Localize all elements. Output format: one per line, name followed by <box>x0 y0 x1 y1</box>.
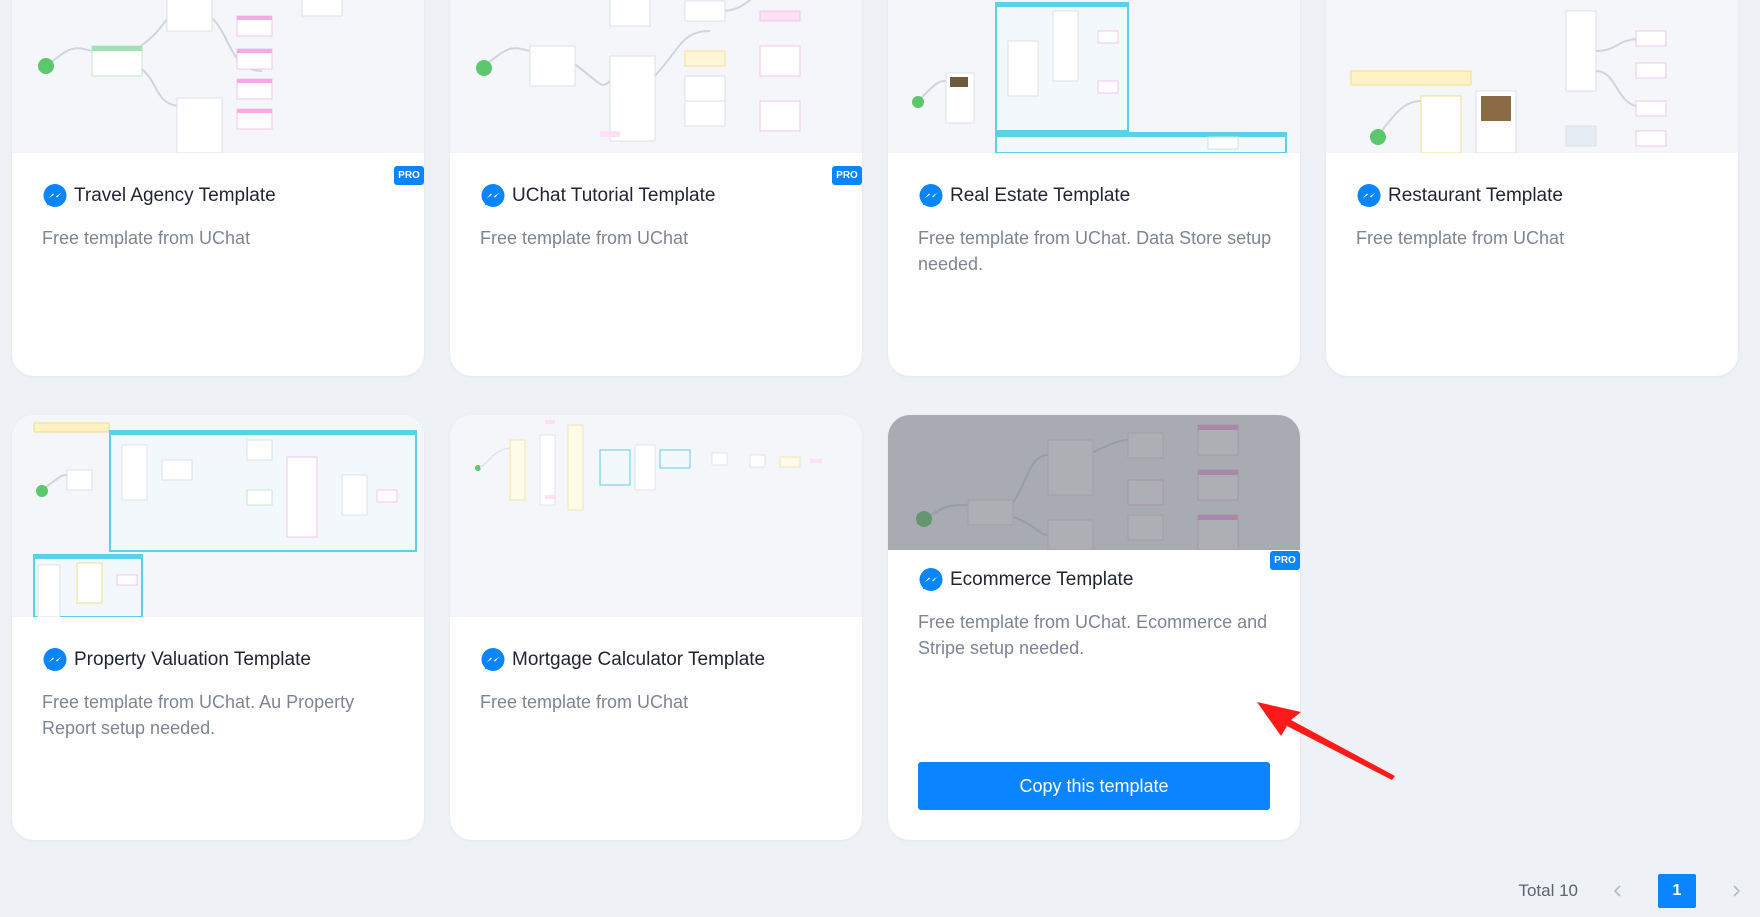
template-description: Free template from UChat <box>1356 228 1565 248</box>
page-number-current[interactable]: 1 <box>1658 874 1696 908</box>
prev-page-button[interactable] <box>1608 874 1628 908</box>
messenger-icon <box>481 648 505 671</box>
template-flow-preview <box>450 415 862 617</box>
pro-badge: PRO <box>394 166 424 185</box>
template-card-property-valuation[interactable]: Property Valuation Template Free templat… <box>12 415 424 840</box>
template-flow-preview <box>888 0 1300 153</box>
template-flow-preview <box>12 0 424 153</box>
template-description: Free template from UChat <box>480 692 689 712</box>
annotation-arrow-icon <box>1257 702 1395 780</box>
template-description: Free template from UChat. Au Property Re… <box>42 692 355 738</box>
messenger-icon <box>43 648 67 671</box>
template-description: Free template from UChat. Data Store set… <box>918 228 1272 274</box>
template-title: Travel Agency Template <box>74 185 276 206</box>
template-title: Restaurant Template <box>1388 185 1563 206</box>
next-page-button[interactable] <box>1726 874 1746 908</box>
template-description: Free template from UChat <box>42 228 251 248</box>
template-title: Mortgage Calculator Template <box>512 649 766 670</box>
template-card-real-estate[interactable]: Real Estate Template Free template from … <box>888 0 1300 376</box>
messenger-icon <box>919 568 943 591</box>
chevron-right-icon <box>1733 885 1741 897</box>
template-card-mortgage-calculator[interactable]: Mortgage Calculator Template Free templa… <box>450 415 862 840</box>
template-flow-preview <box>1326 0 1738 153</box>
total-count: Total 10 <box>1518 881 1578 900</box>
pro-badge: PRO <box>1270 551 1300 570</box>
template-card-ecommerce[interactable]: PRO Ecommerce Template Free template fro… <box>888 415 1300 840</box>
messenger-icon <box>1357 184 1381 207</box>
template-flow-preview <box>888 415 1300 550</box>
messenger-icon <box>43 184 67 207</box>
messenger-icon <box>919 184 943 207</box>
pagination: Total 10 1 <box>1518 874 1760 908</box>
copy-template-button[interactable]: Copy this template <box>918 762 1270 810</box>
template-title: Ecommerce Template <box>950 569 1134 590</box>
template-flow-preview <box>450 0 862 153</box>
template-title: UChat Tutorial Template <box>512 185 716 206</box>
template-card-restaurant[interactable]: Restaurant Template Free template from U… <box>1326 0 1738 376</box>
chevron-left-icon <box>1613 885 1621 897</box>
messenger-icon <box>481 184 505 207</box>
template-flow-preview <box>12 415 424 617</box>
template-description: Free template from UChat. Ecommerce and … <box>918 612 1268 658</box>
template-card-travel-agency[interactable]: PRO Travel Agency Template Free template… <box>12 0 424 376</box>
template-description: Free template from UChat <box>480 228 689 248</box>
template-title: Real Estate Template <box>950 185 1131 206</box>
pro-badge: PRO <box>832 166 862 185</box>
template-title: Property Valuation Template <box>74 649 311 670</box>
template-card-uchat-tutorial[interactable]: PRO UChat Tutorial Template Free templat… <box>450 0 862 376</box>
